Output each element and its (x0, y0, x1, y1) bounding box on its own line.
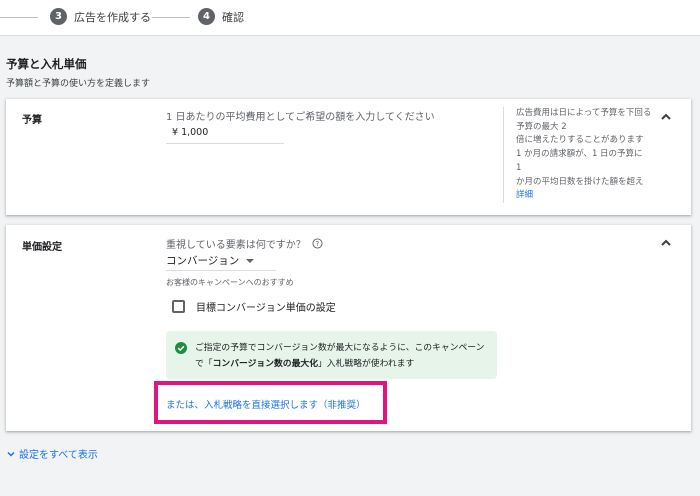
section-title: 予算と入札単価 (6, 57, 87, 71)
step-review[interactable]: 4 確認 (198, 8, 244, 25)
step-number: 3 (50, 8, 67, 25)
bidding-title: 単価設定 (22, 242, 62, 253)
step-create-ad[interactable]: 3 広告を作成する (50, 8, 151, 25)
show-all-label: 設定をすべて表示 (19, 450, 98, 461)
budget-help-line: 1 (516, 162, 522, 173)
budget-input[interactable]: ¥ 1,000 (166, 125, 284, 144)
budget-help-line: 1 か月の請求額が、1 日の予算に (516, 149, 643, 160)
budget-title: 予算 (22, 115, 42, 126)
bidding-question-text: 重視している要素は何ですか？ (166, 240, 306, 251)
budget-help-line: 広告費用は日によって予算を下回る (516, 108, 652, 118)
strategy-info-box: ご指定の予算でコンバージョン数が最大になるように、このキャンペーン で「コンバー… (166, 331, 497, 379)
help-icon[interactable]: ? (312, 238, 323, 249)
info-text-line2: で「コンバージョン数の最大化」入札戦略が使われます (195, 359, 415, 369)
budget-help-line: 予算の最大 2 (516, 121, 567, 132)
info-text-line1: ご指定の予算でコンバージョン数が最大になるように、このキャンペーン (195, 343, 485, 353)
budget-hint: 1 日あたりの平均費用としてご希望の額を入力してください (166, 112, 435, 123)
svg-text:?: ? (315, 240, 319, 248)
step-connector (152, 17, 190, 18)
manual-strategy-link[interactable]: または、入札戦略を直接選択します（非推奨） (166, 397, 366, 411)
bidding-question: 重視している要素は何ですか？ ? (166, 236, 323, 251)
focus-select-value: コンバージョン (166, 255, 240, 267)
budget-help-line: か月の平均日数を掛けた額を超え (516, 176, 644, 187)
strategy-name: コンバージョン数の最大化 (212, 359, 318, 369)
step-label: 広告を作成する (74, 10, 151, 24)
budget-help-line: 倍に増えたりすることがあります (516, 135, 644, 146)
bidding-card: 単価設定 重視している要素は何ですか？ ? コンバージョン お客様のキャンペーン… (6, 225, 691, 431)
step-number: 4 (198, 8, 215, 25)
details-link[interactable]: 詳細 (516, 189, 653, 203)
section-subtitle: 予算額と予算の使い方を定義します (6, 79, 151, 89)
stepper: 3 広告を作成する 4 確認 (0, 0, 700, 36)
recommendation-note: お客様のキャンペーンへのおすすめ (166, 278, 294, 287)
dropdown-caret-icon (246, 258, 255, 263)
check-circle-icon (175, 342, 187, 354)
chevron-up-icon[interactable] (659, 236, 673, 250)
focus-select[interactable]: コンバージョン (166, 251, 276, 271)
target-cpa-checkbox-row[interactable]: 目標コンバージョン単価の設定 (172, 299, 336, 314)
chevron-down-icon (7, 451, 15, 457)
target-cpa-checkbox[interactable] (172, 300, 185, 313)
show-all-settings-link[interactable]: 設定をすべて表示 (6, 446, 98, 461)
budget-help-panel: 広告費用は日によって予算を下回る 予算の最大 2 倍に増えたりすることがあります… (503, 107, 653, 203)
step-connector (0, 17, 38, 18)
target-cpa-label: 目標コンバージョン単価の設定 (196, 303, 336, 314)
budget-card: 予算 1 日あたりの平均費用としてご希望の額を入力してください ¥ 1,000 … (6, 99, 691, 215)
step-label: 確認 (222, 10, 244, 24)
chevron-up-icon[interactable] (659, 110, 673, 124)
